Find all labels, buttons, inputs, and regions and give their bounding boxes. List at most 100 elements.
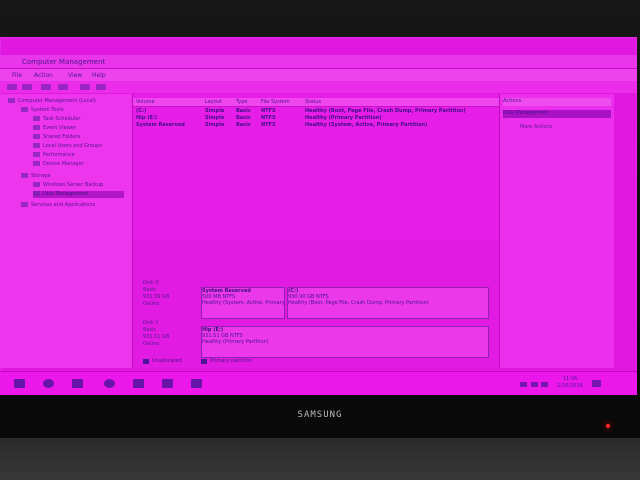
tree-item[interactable]: Task Scheduler xyxy=(33,116,80,123)
tree-item-label: Task Scheduler xyxy=(43,116,81,122)
tree-item-label: Disk Management xyxy=(43,191,89,197)
disk-layout-area: Disk 0 Basic 931.39 GB Online System Res… xyxy=(133,240,499,368)
computer-icon xyxy=(8,98,15,103)
disk-label[interactable]: Disk 1 Basic 931.51 GB Online xyxy=(143,320,195,348)
tree-item-label: Device Manager xyxy=(43,161,84,167)
file-explorer-icon[interactable] xyxy=(133,379,144,388)
disk-label-line: Basic xyxy=(143,287,157,293)
tree-item[interactable]: System Tools xyxy=(21,107,64,114)
menu-action[interactable]: Action xyxy=(34,72,53,79)
disk-label[interactable]: Disk 0 Basic 931.39 GB Online xyxy=(143,280,195,308)
tree-item-label: Windows Server Backup xyxy=(43,182,104,188)
disk-label-line: Online xyxy=(143,301,160,307)
volume-type: Basic xyxy=(236,115,251,121)
unallocated-swatch-icon xyxy=(143,359,149,364)
partition-status: Healthy (Primary Partition) xyxy=(202,339,269,345)
monitor-screen: Computer Management File Action View Hel… xyxy=(0,37,637,395)
back-icon[interactable] xyxy=(7,84,17,90)
menu-view[interactable]: View xyxy=(68,72,82,79)
header-file-system[interactable]: File System xyxy=(261,99,290,105)
tree-item[interactable]: Services and Applications xyxy=(21,202,95,209)
header-layout[interactable]: Layout xyxy=(205,99,222,105)
notification-icon[interactable] xyxy=(592,380,601,387)
header-status[interactable]: Status xyxy=(305,99,321,105)
taskbar-time: 11:06 xyxy=(562,376,578,382)
tree-item[interactable]: Windows Server Backup xyxy=(33,182,103,189)
volume-status: Healthy (Primary Partition) xyxy=(305,115,382,121)
tree-item-disk-management[interactable]: Disk Management xyxy=(33,191,124,198)
volume-type: Basic xyxy=(236,122,251,128)
tree-item[interactable]: Event Viewer xyxy=(33,125,76,132)
tree-item[interactable]: Shared Folders xyxy=(33,134,80,141)
desk-surface xyxy=(0,438,640,480)
header-type[interactable]: Type xyxy=(236,99,247,105)
task-view-icon[interactable] xyxy=(72,379,83,388)
tree-item-label: Shared Folders xyxy=(43,134,81,140)
settings-icon[interactable] xyxy=(96,84,106,90)
tree-pane: Computer Management (Local) System Tools… xyxy=(0,94,133,368)
backup-icon xyxy=(33,182,40,187)
network-icon[interactable] xyxy=(520,382,527,387)
actions-selected[interactable]: Disk Management xyxy=(503,110,611,118)
table-row[interactable]: (C:) Simple Basic NTFS Healthy (Boot, Pa… xyxy=(133,108,499,115)
tree-item[interactable]: Local Users and Groups xyxy=(33,143,102,150)
folder-icon xyxy=(33,134,40,139)
volume-name: System Reserved xyxy=(136,122,185,128)
disk-label-line: 931.39 GB xyxy=(143,294,170,300)
search-icon[interactable] xyxy=(43,379,54,388)
actions-pane: Actions Disk Management More Actions xyxy=(500,94,614,368)
volume-file-system: NTFS xyxy=(261,122,276,128)
tree-item-label: System Tools xyxy=(31,107,64,113)
start-icon[interactable] xyxy=(14,379,25,388)
partition-legend: Unallocated Primary partition xyxy=(143,358,303,366)
tree-item[interactable]: Computer Management (Local) xyxy=(8,98,96,105)
tree-item-label: Event Viewer xyxy=(43,125,76,131)
volume-file-system: NTFS xyxy=(261,115,276,121)
photo-scene: Computer Management File Action View Hel… xyxy=(0,0,640,480)
event-icon xyxy=(33,125,40,130)
partition-block[interactable]: Hip (E:) 931.51 GB NTFS Healthy (Primary… xyxy=(201,326,489,358)
disk-management-pane: Volume Layout Type File System Status (C… xyxy=(133,94,500,368)
calendar-icon xyxy=(33,116,40,121)
menu-help[interactable]: Help xyxy=(92,72,106,79)
primary-partition-swatch-icon xyxy=(201,359,207,364)
header-volume[interactable]: Volume xyxy=(136,99,155,105)
forward-icon[interactable] xyxy=(22,84,32,90)
tree-item[interactable]: Storage xyxy=(21,173,51,180)
menu-file[interactable]: File xyxy=(12,72,22,79)
folder-icon[interactable] xyxy=(191,379,202,388)
storage-icon xyxy=(21,173,28,178)
monitor-brand-logo: SAMSUNG xyxy=(297,410,343,420)
table-row[interactable]: System Reserved Simple Basic NTFS Health… xyxy=(133,122,499,129)
properties-icon[interactable] xyxy=(41,84,51,90)
volume-file-system: NTFS xyxy=(261,108,276,114)
volume-status: Healthy (Boot, Page File, Crash Dump, Pr… xyxy=(305,108,466,114)
volume-name: Hip (E:) xyxy=(136,115,158,121)
computer-management-icon[interactable] xyxy=(162,379,173,388)
edge-icon[interactable] xyxy=(104,379,115,388)
volume-layout: Simple xyxy=(205,108,225,114)
legend-label: Unallocated xyxy=(152,358,182,364)
table-row[interactable]: Hip (E:) Simple Basic NTFS Healthy (Prim… xyxy=(133,115,499,122)
taskbar-clock[interactable]: 11:06 1/16/2018 xyxy=(551,376,589,390)
services-icon xyxy=(21,202,28,207)
more-actions-link[interactable]: More Actions xyxy=(520,124,552,130)
tree-item-label: Storage xyxy=(31,173,51,179)
tree-item[interactable]: Performance xyxy=(33,152,75,159)
volume-table-header: Volume Layout Type File System Status xyxy=(133,98,499,107)
tools-icon xyxy=(21,107,28,112)
toolbar xyxy=(0,81,637,93)
volume-icon[interactable] xyxy=(531,382,538,387)
partition-block[interactable]: System Reserved 500 MB NTFS Healthy (Sys… xyxy=(201,287,285,319)
battery-icon[interactable] xyxy=(541,382,548,387)
disk-label-line: Online xyxy=(143,341,160,347)
help-icon[interactable] xyxy=(58,84,68,90)
device-icon xyxy=(33,161,40,166)
volume-layout: Simple xyxy=(205,115,225,121)
partition-block[interactable]: (C:) 930.90 GB NTFS Healthy (Boot, Page … xyxy=(287,287,489,319)
tree-item-label: Computer Management (Local) xyxy=(18,98,96,104)
menu-bar: File Action View Help xyxy=(0,69,637,81)
tree-item[interactable]: Device Manager xyxy=(33,161,84,168)
refresh-icon[interactable] xyxy=(80,84,90,90)
tree-item-label: Services and Applications xyxy=(31,202,96,208)
